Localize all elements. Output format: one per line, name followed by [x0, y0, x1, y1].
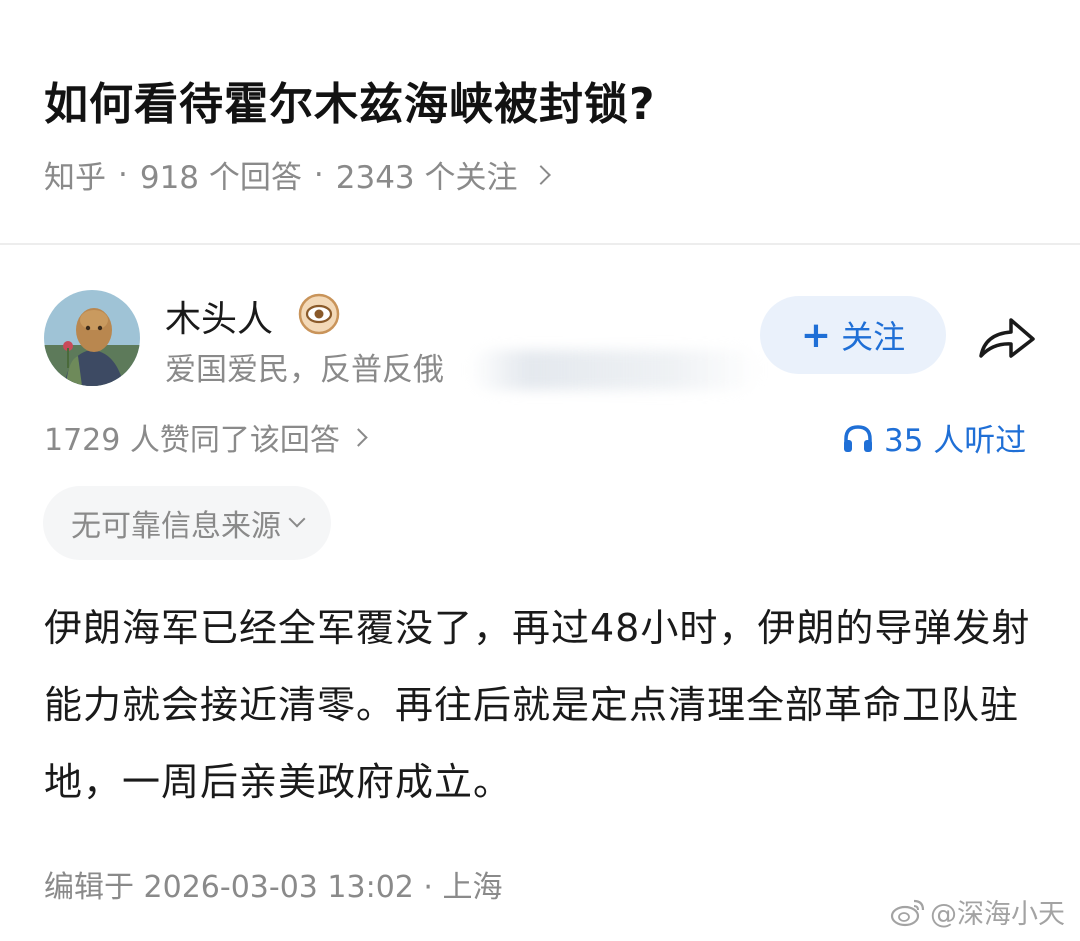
watermark: @深海小天 [890, 892, 1065, 931]
plus-icon: + [800, 314, 832, 356]
headphones-icon [844, 424, 872, 452]
listen-count[interactable]: 35 人听过 [842, 415, 1026, 460]
divider [0, 243, 1080, 245]
edit-info: 编辑于 2026-03-03 13:02 · 上海 [44, 870, 503, 905]
source-label: 知乎 [44, 160, 106, 196]
blurred-region [470, 350, 760, 390]
answer-count: 918 个回答 [139, 160, 302, 196]
author-bio: 爱国爱民，反普反俄 [165, 352, 444, 388]
answer-body: 伊朗海军已经全军覆没了，再过48小时，伊朗的导弹发射能力就会接近清零。再往后就是… [44, 606, 1031, 804]
watermark-text: @深海小天 [930, 899, 1065, 930]
author-name[interactable]: 木头人 [165, 290, 273, 342]
source-warning-tag[interactable]: 无可靠信息来源 [43, 486, 331, 560]
badge-icon [298, 293, 340, 335]
likes-link[interactable]: 1729 人赞同了该回答 [44, 415, 368, 459]
follow-button[interactable]: + 关注 [760, 296, 946, 374]
likes-text: 1729 人赞同了该回答 [44, 423, 340, 458]
follow-label: 关注 [841, 318, 906, 356]
share-icon[interactable] [975, 312, 1039, 362]
follower-count: 2343 个关注 [335, 160, 518, 196]
question-title: 如何看待霍尔木兹海峡被封锁? [44, 79, 656, 130]
chevron-right-icon [530, 164, 551, 185]
weibo-icon [890, 899, 925, 926]
chevron-right-icon [349, 427, 368, 447]
question-meta[interactable]: 知乎 · 918 个回答 · 2343 个关注 [44, 152, 551, 197]
listen-text: 35 人听过 [884, 423, 1027, 459]
separator-dot: · [313, 156, 324, 193]
tag-label: 无可靠信息来源 [71, 509, 281, 544]
chevron-down-icon [288, 510, 306, 528]
avatar[interactable] [44, 290, 140, 386]
separator-dot: · [118, 156, 128, 193]
